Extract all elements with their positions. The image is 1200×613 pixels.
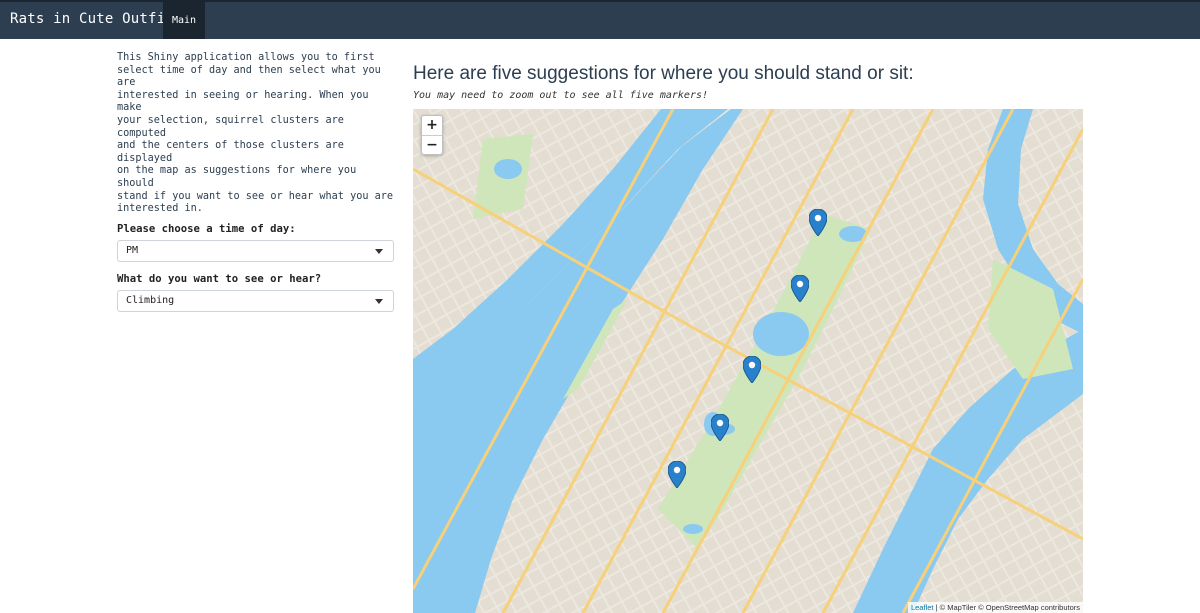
activity-select[interactable]: Climbing (117, 289, 394, 312)
chevron-down-icon (375, 298, 383, 304)
app-title: Rats in Cute Outfits (10, 11, 183, 27)
map-marker[interactable] (809, 209, 827, 236)
map-marker[interactable] (711, 414, 729, 441)
time-of-day-group: Please choose a time of day: PM (117, 223, 395, 262)
time-of-day-value: PM (126, 244, 139, 256)
time-of-day-select[interactable]: PM (117, 239, 394, 262)
map[interactable]: + − Leaflet | © MapTiler © OpenStreetMap… (413, 109, 1083, 613)
map-marker[interactable] (668, 461, 686, 488)
time-of-day-label: Please choose a time of day: (117, 222, 296, 235)
activity-value: Climbing (126, 294, 175, 306)
activity-label: What do you want to see or hear? (117, 272, 322, 285)
zoom-in-button[interactable]: + (422, 116, 442, 135)
map-marker[interactable] (791, 275, 809, 302)
map-marker[interactable] (743, 356, 761, 383)
zoom-out-button[interactable]: − (422, 135, 442, 154)
sidebar-panel: This Shiny application allows you to fir… (117, 52, 395, 312)
tab-main[interactable]: Main (163, 2, 205, 39)
chevron-down-icon (375, 248, 383, 254)
intro-text: This Shiny application allows you to fir… (117, 52, 394, 215)
navbar: Rats in Cute Outfits Main (0, 0, 1200, 39)
page-title: Here are five suggestions for where you … (413, 63, 914, 84)
reservoir (753, 312, 809, 356)
zoom-note: You may need to zoom out to see all five… (413, 90, 709, 101)
zoom-control: + − (421, 115, 443, 155)
map-attribution: Leaflet | © MapTiler © OpenStreetMap con… (907, 602, 1083, 613)
leaflet-link[interactable]: Leaflet (911, 603, 934, 612)
attribution-text: | © MapTiler © OpenStreetMap contributor… (933, 603, 1080, 612)
activity-group: What do you want to see or hear? Climbin… (117, 273, 395, 312)
